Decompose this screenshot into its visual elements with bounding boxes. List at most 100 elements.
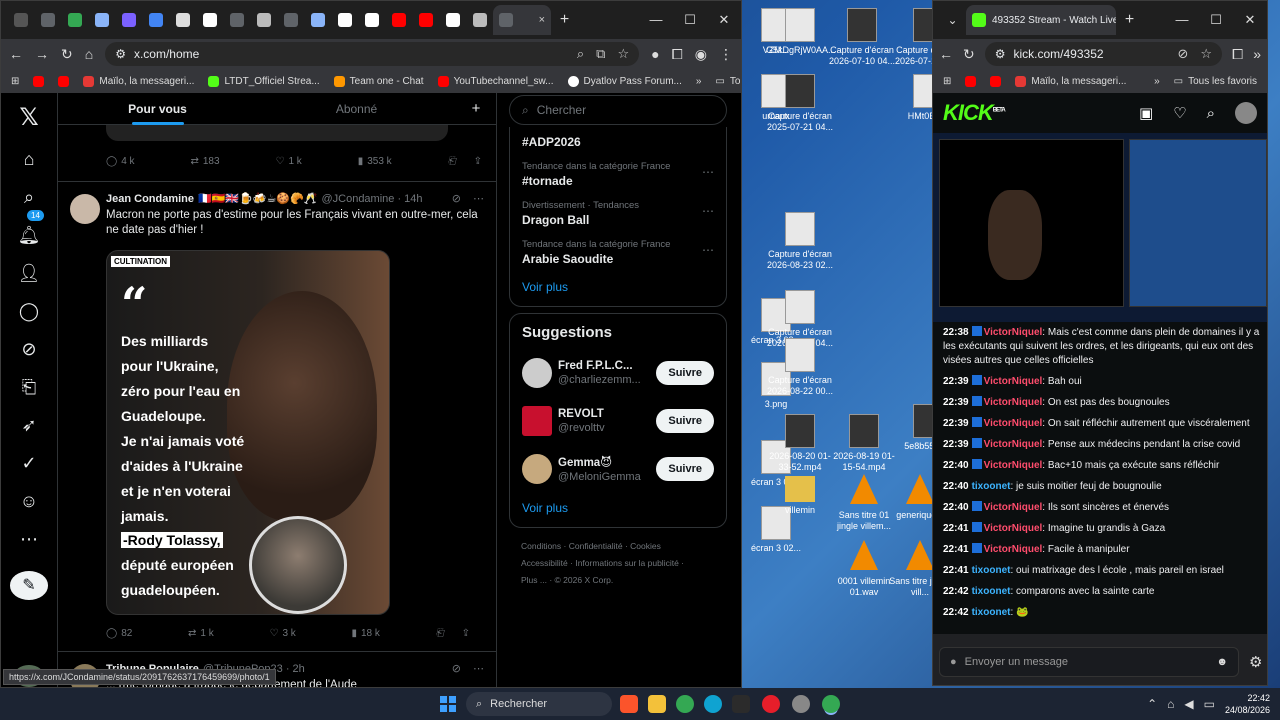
maximize-icon[interactable]: ☐ xyxy=(673,1,707,39)
follow-button[interactable]: Suivre xyxy=(656,361,714,385)
tab[interactable] xyxy=(412,5,439,35)
follow-button[interactable]: Suivre xyxy=(656,409,714,433)
chrome-icon[interactable] xyxy=(676,695,694,713)
desktop-icon[interactable]: G5kDgRjW0AA... xyxy=(766,8,836,56)
close-icon[interactable]: ✕ xyxy=(1233,1,1267,39)
tab[interactable] xyxy=(7,5,34,35)
avatar[interactable] xyxy=(70,194,100,224)
search-icon[interactable]: ⌕ xyxy=(1207,105,1215,122)
premium-icon[interactable]: ➶ xyxy=(21,415,36,436)
tab[interactable] xyxy=(439,5,466,35)
search-input[interactable]: ⌕ Chercher xyxy=(509,95,727,125)
previous-media[interactable] xyxy=(106,125,448,141)
views-button[interactable]: ▮ 353 k xyxy=(358,156,392,167)
minimize-icon[interactable]: — xyxy=(1165,1,1199,39)
compose-post-button[interactable]: ✎ xyxy=(10,571,48,600)
bookmark[interactable]: Maïlo, la messageri... xyxy=(83,75,194,87)
verified-icon[interactable]: ✓ xyxy=(21,453,36,474)
show-more-trends[interactable]: Voir plus xyxy=(522,272,714,306)
extensions-icon[interactable]: ⧠ xyxy=(672,46,683,63)
bookmark[interactable] xyxy=(58,75,70,87)
bookmark[interactable]: LTDT_Officiel Strea... xyxy=(208,75,320,87)
reply-button[interactable]: ◯ 82 xyxy=(106,628,132,639)
site-info-icon[interactable]: ⚙ xyxy=(995,47,1006,61)
address-bar[interactable]: ⚙ x.com/home ⌕ ⧉ ☆ xyxy=(105,42,640,66)
home-icon[interactable]: ⌂ xyxy=(24,149,35,170)
network-icon[interactable]: ⌂ xyxy=(1167,697,1174,711)
chevron-right-icon[interactable]: » xyxy=(1253,46,1261,62)
bookmarks-icon[interactable]: ⎗ xyxy=(22,377,36,398)
chevron-up-icon[interactable]: ⌃ xyxy=(1147,697,1157,711)
like-button[interactable]: ♡ 1 k xyxy=(275,156,301,167)
url-text[interactable]: kick.com/493352 xyxy=(1014,47,1104,61)
new-tab-button[interactable]: + xyxy=(551,5,578,35)
reply-button[interactable]: ◯ 4 k xyxy=(106,156,135,167)
tab[interactable] xyxy=(223,5,250,35)
footer-link[interactable]: Confidentialité xyxy=(569,541,623,551)
edge-icon[interactable] xyxy=(704,695,722,713)
tab[interactable] xyxy=(34,5,61,35)
tab[interactable] xyxy=(358,5,385,35)
views-button[interactable]: ▮ 18 k xyxy=(351,628,379,639)
forward-icon[interactable]: → xyxy=(35,46,49,62)
tab[interactable] xyxy=(115,5,142,35)
kick-logo[interactable]: KICKBETA xyxy=(943,100,1006,126)
avatar[interactable] xyxy=(522,358,552,388)
brave-icon[interactable] xyxy=(620,695,638,713)
back-icon[interactable]: ← xyxy=(9,46,23,62)
suggestion-item[interactable]: REVOLT @revolttv Suivre xyxy=(522,397,714,445)
profile-icon[interactable]: ☺ xyxy=(20,491,38,512)
desktop-icon[interactable]: 2026-08-19 01-15-54.mp4 xyxy=(830,414,898,473)
all-bookmarks[interactable]: ▭Tous les favoris xyxy=(715,76,741,87)
emoji-icon[interactable]: ☻ xyxy=(1216,656,1228,668)
volume-icon[interactable]: ◀ xyxy=(1184,697,1193,711)
all-bookmarks[interactable]: ▭Tous les favoris xyxy=(1174,76,1257,87)
trend-item[interactable]: Divertissement · Tendances Dragon Ball ⋯ xyxy=(522,194,714,233)
bookmark-button[interactable]: ⎗ ⇪ xyxy=(436,628,470,639)
tab-active[interactable]: × xyxy=(493,5,551,35)
minimize-icon[interactable]: — xyxy=(639,1,673,39)
close-tab-icon[interactable]: × xyxy=(539,14,545,26)
tab-list-button[interactable]: ⌄ xyxy=(939,5,966,35)
chevron-right-icon[interactable]: » xyxy=(1154,76,1160,87)
app-icon[interactable] xyxy=(732,695,750,713)
home-icon[interactable]: ⌂ xyxy=(85,46,93,62)
search-icon[interactable]: ⌕ xyxy=(24,187,34,208)
footer-link[interactable]: Informations sur la publicité xyxy=(575,558,678,568)
gear-icon[interactable]: ⚙ xyxy=(1249,653,1262,671)
tab[interactable] xyxy=(385,5,412,35)
tweet[interactable]: Jean Condamine 🇫🇷🇪🇸🇬🇧🍺🍻☕🍪🥐🥂 @JCondamine … xyxy=(58,181,496,651)
desktop-icon[interactable]: Capture d'écran 2026-07-10 04... xyxy=(828,8,896,67)
opera-icon[interactable] xyxy=(762,695,780,713)
taskbar-search[interactable]: ⌕ Rechercher xyxy=(466,692,612,716)
star-icon[interactable]: ☆ xyxy=(617,46,629,62)
bookmark[interactable]: Dyatlov Pass Forum... xyxy=(567,75,682,87)
chat-input[interactable]: ● Envoyer un message ☻ xyxy=(939,647,1239,677)
more-icon[interactable]: ⋯ xyxy=(20,529,38,550)
tab[interactable] xyxy=(169,5,196,35)
install-icon[interactable]: ⧉ xyxy=(596,46,605,62)
desktop-icon[interactable]: Capture d'écran 2026-08-23 02... xyxy=(766,212,834,271)
profile-icon[interactable]: ◉ xyxy=(695,46,707,63)
more-icon[interactable]: ⋯ xyxy=(473,192,484,205)
footer-link[interactable]: Conditions xyxy=(521,541,561,551)
apps-icon[interactable]: ⊞ xyxy=(11,76,19,87)
add-feed-icon[interactable]: + xyxy=(456,100,496,117)
close-icon[interactable]: ✕ xyxy=(707,1,741,39)
avatar[interactable] xyxy=(1235,102,1257,124)
author-name[interactable]: Jean Condamine xyxy=(106,193,194,205)
tab[interactable] xyxy=(250,5,277,35)
youtube-icon[interactable] xyxy=(990,75,1002,87)
more-icon[interactable]: ⋯ xyxy=(702,165,714,179)
share-icon[interactable]: ⇪ xyxy=(462,628,470,639)
more-icon[interactable]: ⋯ xyxy=(702,243,714,257)
tab[interactable] xyxy=(304,5,331,35)
tab-for-you[interactable]: Pour vous xyxy=(58,102,257,125)
chevron-right-icon[interactable]: » xyxy=(696,76,702,87)
reload-icon[interactable]: ↻ xyxy=(61,46,73,63)
more-icon[interactable]: ⋯ xyxy=(702,204,714,218)
follow-button[interactable]: Suivre xyxy=(656,457,714,481)
bookmark[interactable]: Maïlo, la messageri... xyxy=(1015,75,1126,87)
site-info-icon[interactable]: ⚙ xyxy=(115,47,126,61)
tab[interactable] xyxy=(142,5,169,35)
